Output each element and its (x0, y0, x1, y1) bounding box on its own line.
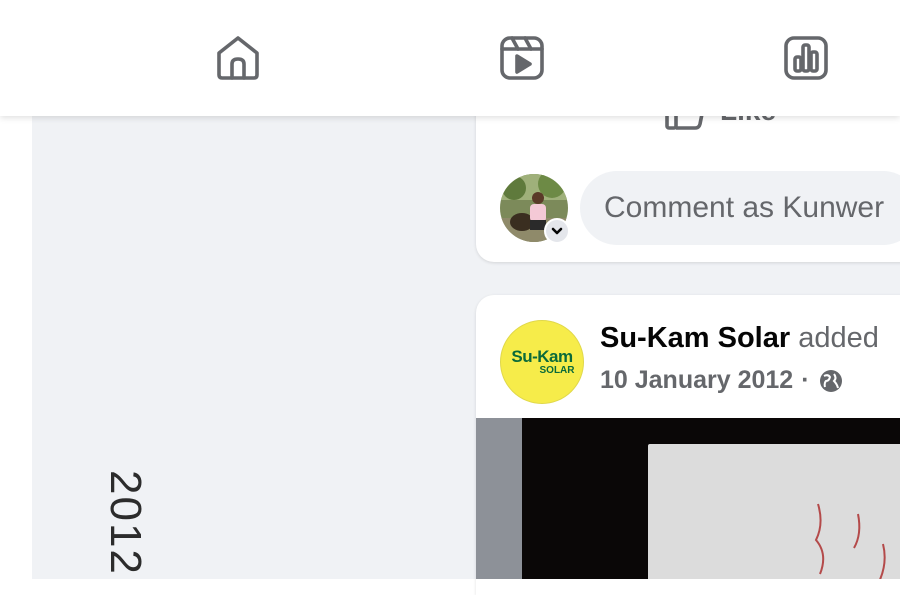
post-header: Su-Kam Solar added (600, 322, 879, 355)
logo-subtext: SOLAR (539, 365, 575, 376)
post-photo[interactable] (476, 418, 900, 579)
comment-input[interactable]: Comment as Kunwer (580, 171, 900, 245)
page-avatar[interactable]: Su-Kam SOLAR (500, 320, 584, 404)
profile-switch-chevron[interactable] (544, 218, 570, 244)
post-author-link[interactable]: Su-Kam Solar (600, 322, 790, 354)
post-date-link[interactable]: 10 January 2012 (600, 366, 793, 395)
logo-text: Su-Kam (511, 347, 573, 366)
photo-paper (648, 444, 900, 579)
photo-image (522, 418, 900, 579)
bar-chart-icon (784, 36, 828, 80)
nav-insights-button[interactable] (780, 32, 832, 84)
chevron-down-icon (551, 227, 563, 235)
nav-home-button[interactable] (212, 32, 264, 84)
photo-handwriting (814, 503, 886, 579)
post-action-text: added (798, 322, 879, 354)
top-navigation-bar (0, 0, 900, 116)
post-meta: 10 January 2012 · (600, 366, 844, 395)
nav-reels-button[interactable] (496, 32, 548, 84)
comment-placeholder: Comment as Kunwer (604, 191, 885, 224)
photo-year-text: 2012 (101, 470, 150, 576)
meta-separator: · (801, 366, 810, 394)
home-icon (217, 36, 259, 80)
globe-icon (819, 369, 842, 392)
reels-icon (500, 36, 544, 80)
